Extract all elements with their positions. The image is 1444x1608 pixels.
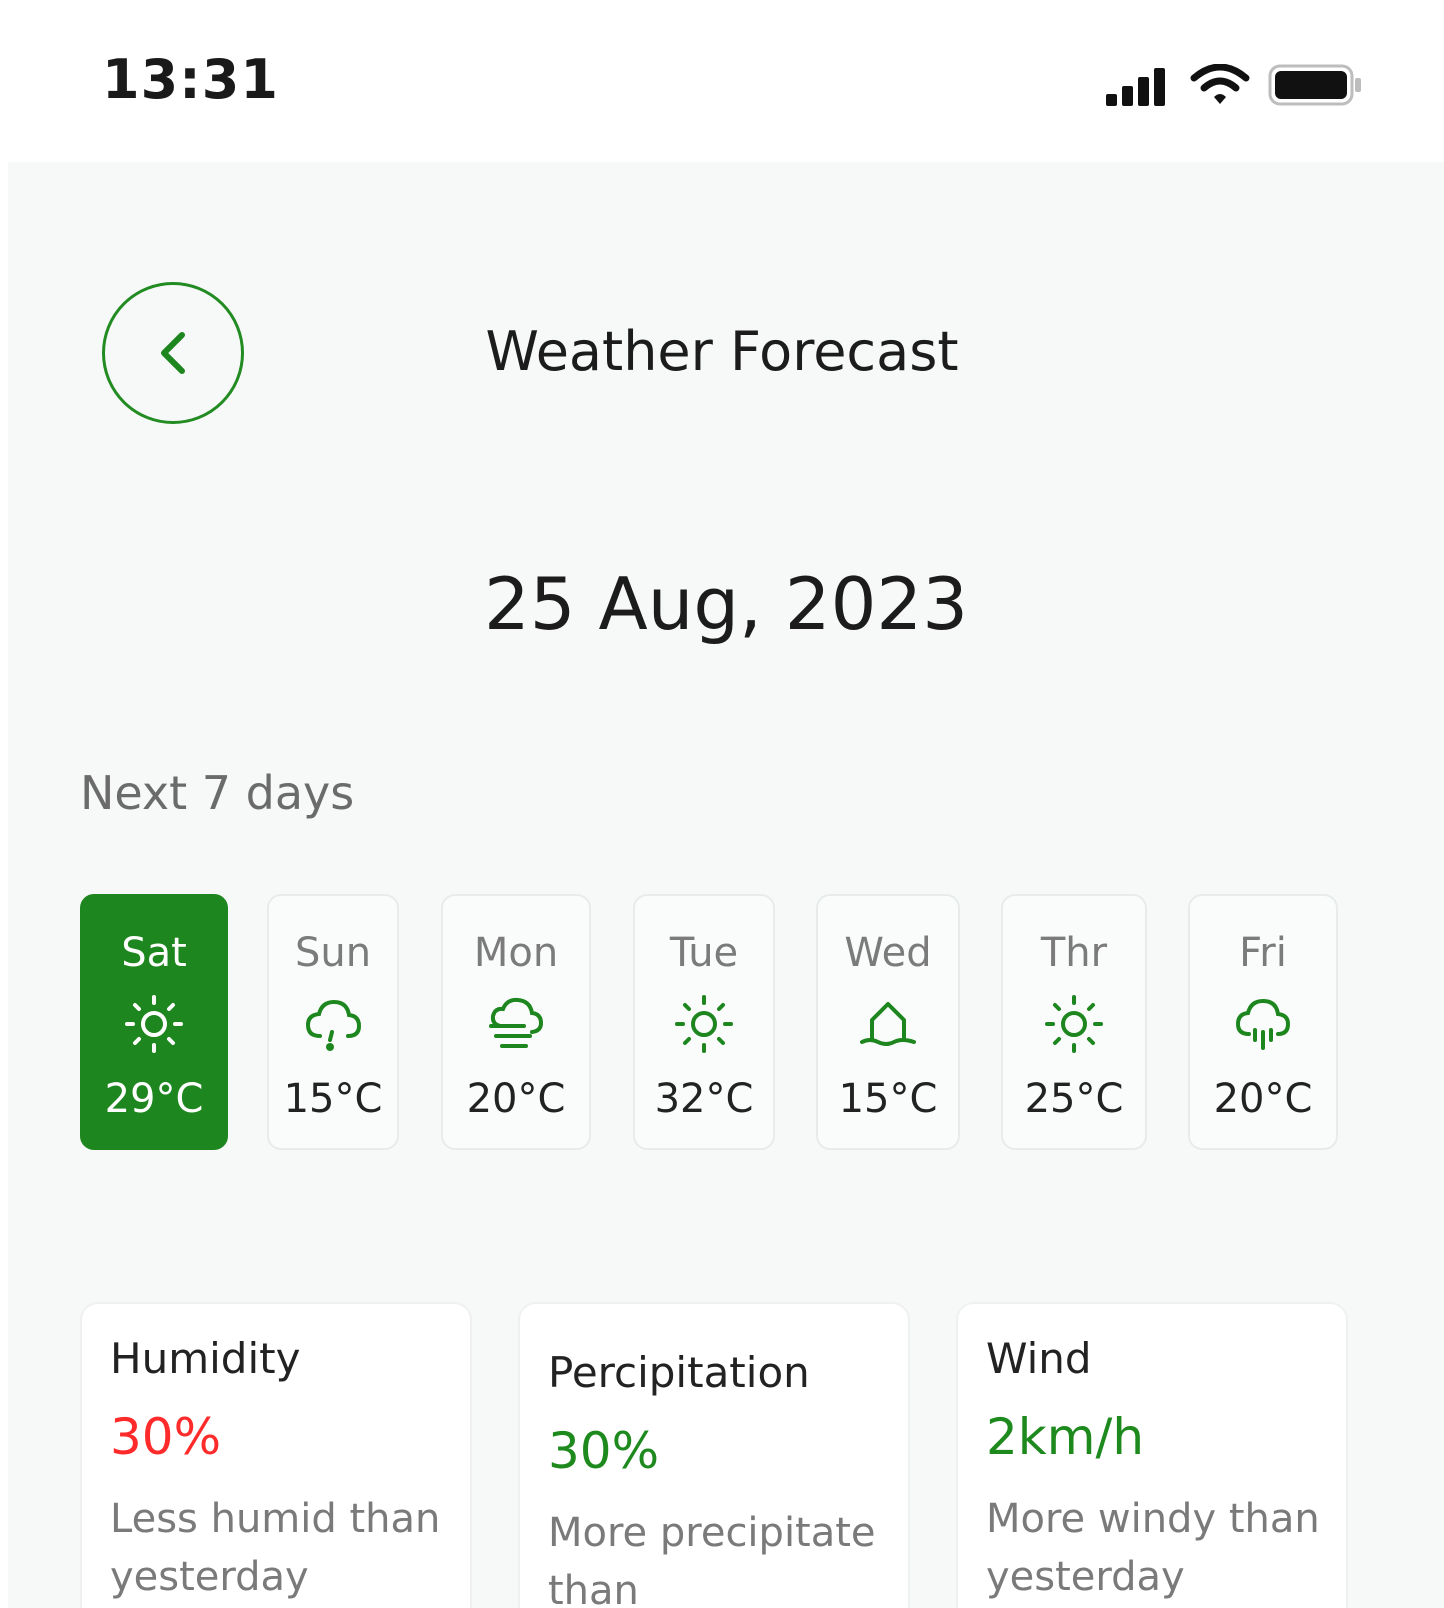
precipitation-card: Percipitation 30% More precipitate than [518, 1302, 910, 1608]
day-temp: 25°C [1024, 1076, 1124, 1122]
day-name: Sat [121, 930, 187, 976]
phone-screen: 13:31 Weather Forecast 25 Aug, 2023 Next… [8, 0, 1444, 1608]
wifi-icon [1190, 64, 1250, 104]
stat-title: Percipitation [548, 1348, 810, 1397]
day-name: Tue [669, 930, 739, 976]
sunset-icon [860, 1002, 916, 1046]
day-temp: 32°C [654, 1076, 754, 1122]
sun-icon [675, 995, 733, 1053]
day-card-tue[interactable]: Tue 32°C [633, 894, 775, 1150]
wind-card: Wind 2km/h More windy than yesterday [956, 1302, 1348, 1608]
page-title: Weather Forecast [8, 320, 1444, 383]
sun-icon [1045, 995, 1103, 1053]
stat-value: 30% [548, 1422, 660, 1480]
day-temp: 29°C [104, 1076, 204, 1122]
day-name: Sun [294, 930, 372, 976]
status-time: 13:31 [102, 48, 279, 111]
day-temp: 15°C [838, 1076, 938, 1122]
status-icons [1106, 62, 1368, 112]
stat-title: Humidity [110, 1334, 301, 1383]
day-name: Wed [844, 930, 932, 976]
day-name: Thr [1040, 930, 1108, 976]
day-card-sat[interactable]: Sat 29°C [80, 894, 228, 1150]
day-temp: 15°C [283, 1076, 383, 1122]
status-bar: 13:31 [8, 0, 1444, 162]
day-card-wed[interactable]: Wed 15°C [816, 894, 960, 1150]
stat-description: More windy than yesterday [986, 1496, 1320, 1600]
current-date: 25 Aug, 2023 [483, 562, 969, 646]
day-temp: 20°C [1213, 1076, 1313, 1122]
stat-description: More precipitate than [548, 1510, 876, 1608]
day-temp: 20°C [466, 1076, 566, 1122]
section-label: Next 7 days [80, 766, 355, 820]
day-card-fri[interactable]: Fri 20°C [1188, 894, 1338, 1150]
page-title-text: Weather Forecast [485, 320, 959, 383]
day-list: Sat 29°C Sun 15°C Mon 20°C Tue 32°C Wed … [8, 894, 1444, 1150]
cloud-rain-icon [1235, 998, 1291, 1050]
day-name: Mon [473, 930, 559, 976]
cloud-fog-icon [489, 997, 544, 1048]
day-name: Fri [1239, 930, 1287, 976]
day-card-sun[interactable]: Sun 15°C [267, 894, 399, 1150]
stat-description: Less humid than yesterday [110, 1496, 441, 1600]
stat-title: Wind [986, 1334, 1092, 1383]
stat-value: 30% [110, 1408, 222, 1466]
stat-value: 2km/h [986, 1408, 1145, 1466]
battery-icon [1268, 64, 1361, 106]
sun-icon [125, 995, 183, 1053]
signal-icon [1106, 68, 1165, 106]
cloud-drizzle-icon [305, 999, 362, 1051]
humidity-card: Humidity 30% Less humid than yesterday [80, 1302, 472, 1608]
day-card-thr[interactable]: Thr 25°C [1001, 894, 1147, 1150]
day-card-mon[interactable]: Mon 20°C [441, 894, 591, 1150]
